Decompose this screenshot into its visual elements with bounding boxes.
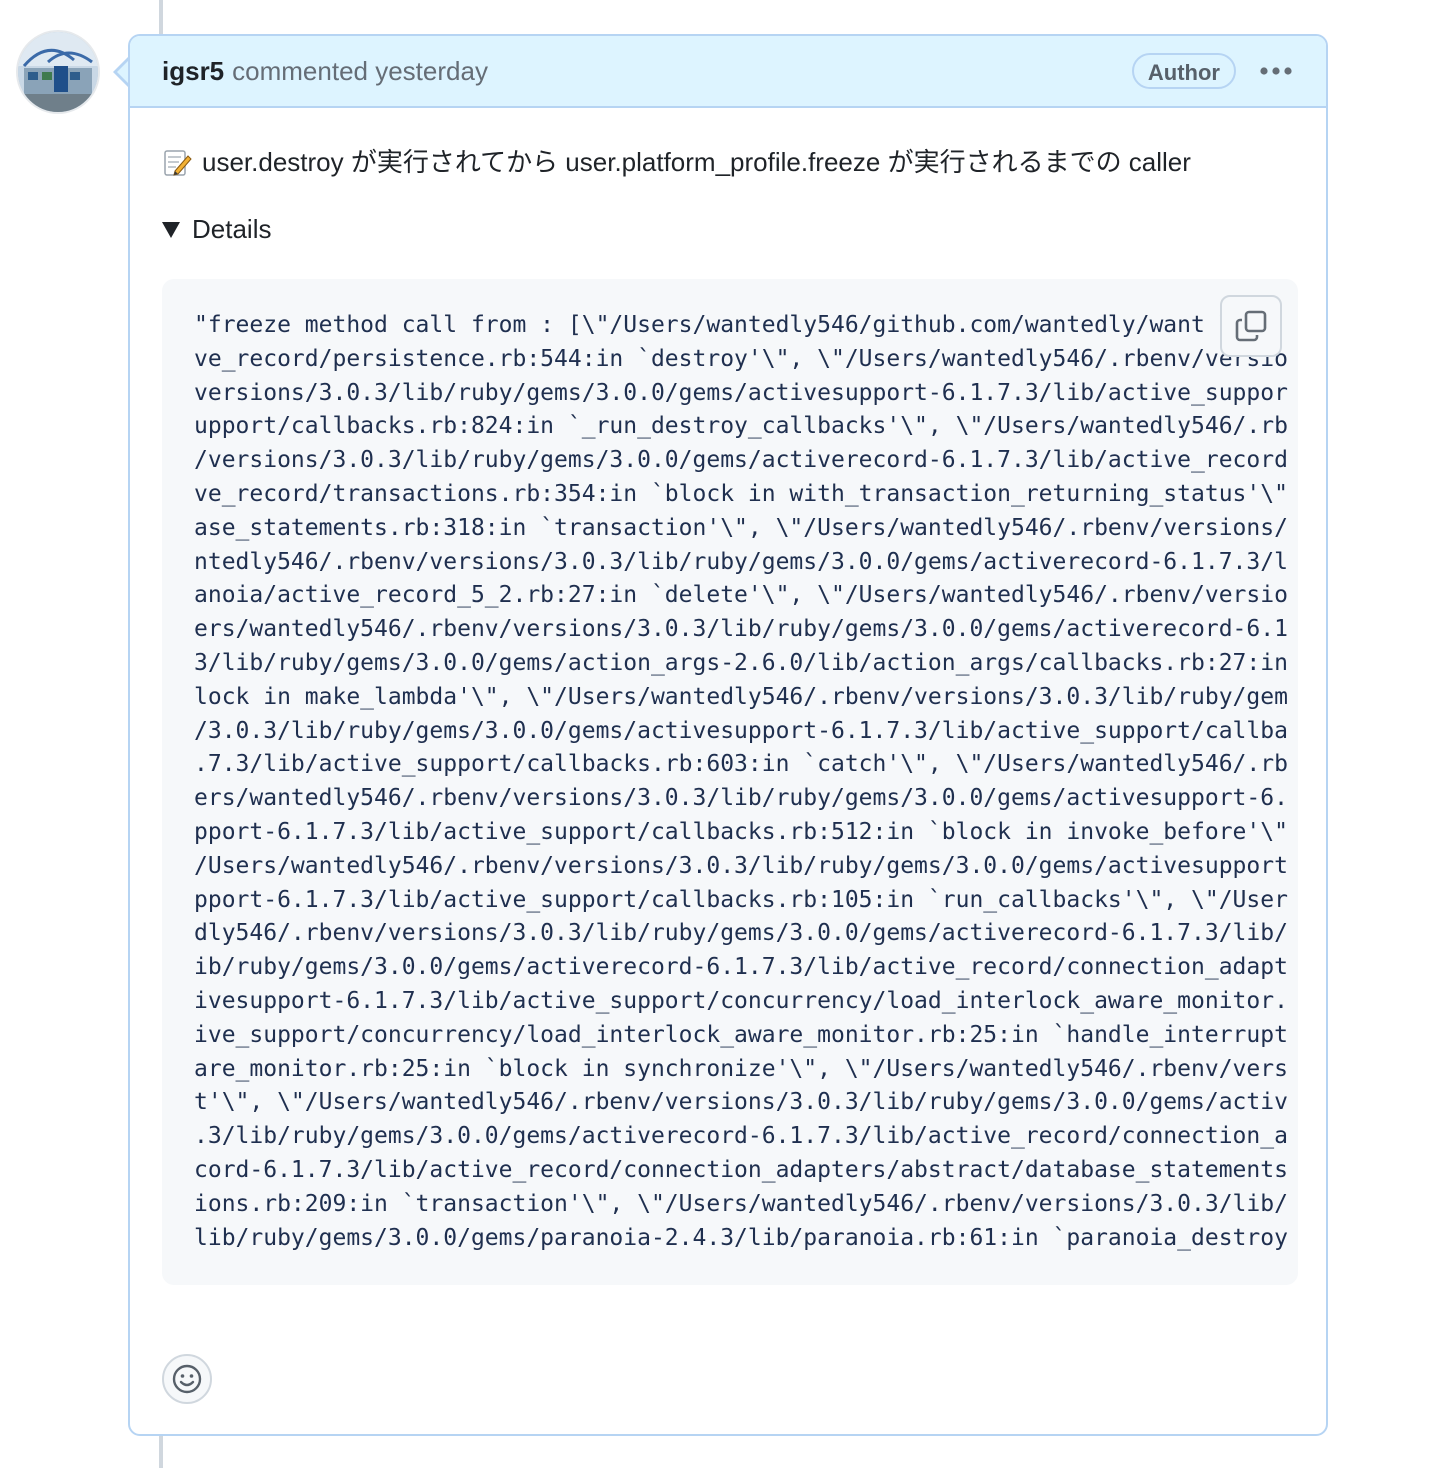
code-line: ivesupport-6.1.7.3/lib/active_support/co… [194, 987, 1288, 1014]
code-line: anoia/active_record_5_2.rb:27:in `delete… [194, 582, 1288, 609]
code-line: /versions/3.0.3/lib/ruby/gems/3.0.0/gems… [194, 447, 1288, 474]
code-line: ers/wantedly546/.rbenv/versions/3.0.3/li… [194, 616, 1288, 643]
add-reaction-button[interactable] [162, 1354, 212, 1404]
code-content: "freeze method call from : [\"/Users/wan… [194, 309, 1298, 1255]
author-badge: Author [1131, 53, 1236, 89]
comment-paragraph: user.destroy が実行されてから user.platform_prof… [162, 144, 1294, 180]
code-line: ers/wantedly546/.rbenv/versions/3.0.3/li… [194, 785, 1288, 812]
code-line: .7.3/lib/active_support/callbacks.rb:603… [194, 751, 1288, 778]
triangle-down-icon [162, 221, 180, 238]
comment-body: user.destroy が実行されてから user.platform_prof… [130, 108, 1326, 1285]
code-line: ions.rb:209:in `transaction'\", \"/Users… [194, 1190, 1288, 1217]
code-line: dly546/.rbenv/versions/3.0.3/lib/ruby/ge… [194, 920, 1288, 947]
code-line: /3.0.3/lib/ruby/gems/3.0.0/gems/activesu… [194, 717, 1288, 744]
comment-timestamp-link[interactable]: commented yesterday [232, 56, 488, 87]
comment-card: igsr5 commented yesterday Author user.de… [128, 34, 1328, 1436]
code-line: ve_record/transactions.rb:354:in `block … [194, 480, 1288, 507]
avatar-image [18, 32, 98, 112]
code-line: 3/lib/ruby/gems/3.0.0/gems/action_args-2… [194, 649, 1288, 676]
code-line: versions/3.0.3/lib/ruby/gems/3.0.0/gems/… [194, 379, 1288, 406]
code-line: .3/lib/ruby/gems/3.0.0/gems/activerecord… [194, 1123, 1288, 1150]
code-line: ve_record/persistence.rb:544:in `destroy… [194, 345, 1288, 372]
copy-icon [1235, 310, 1267, 342]
details-label: Details [192, 214, 272, 244]
avatar[interactable] [18, 32, 98, 112]
code-line: "freeze method call from : [\"/Users/wan… [194, 312, 1275, 338]
kebab-horizontal-icon [1260, 67, 1292, 75]
code-line: lock in make_lambda'\", \"/Users/wantedl… [194, 683, 1288, 710]
code-line: are_monitor.rb:25:in `block in synchroni… [194, 1055, 1288, 1082]
code-line: ase_statements.rb:318:in `transaction'\"… [194, 514, 1288, 541]
code-line: t'\", \"/Users/wantedly546/.rbenv/versio… [194, 1089, 1288, 1116]
copy-button[interactable] [1220, 295, 1282, 357]
code-line: pport-6.1.7.3/lib/active_support/callbac… [194, 818, 1288, 845]
code-line: ntedly546/.rbenv/versions/3.0.3/lib/ruby… [194, 548, 1288, 575]
code-line: ib/ruby/gems/3.0.0/gems/activerecord-6.1… [194, 954, 1288, 981]
code-block: "freeze method call from : [\"/Users/wan… [162, 279, 1298, 1285]
code-line: upport/callbacks.rb:824:in `_run_destroy… [194, 413, 1288, 440]
author-link[interactable]: igsr5 [162, 56, 224, 87]
more-options-button[interactable] [1258, 53, 1294, 89]
smiley-icon [172, 1364, 202, 1394]
code-line: pport-6.1.7.3/lib/active_support/callbac… [194, 886, 1288, 913]
code-line: lib/ruby/gems/3.0.0/gems/paranoia-2.4.3/… [194, 1224, 1288, 1251]
code-line: /Users/wantedly546/.rbenv/versions/3.0.3… [194, 852, 1288, 879]
code-line: cord-6.1.7.3/lib/active_record/connectio… [194, 1156, 1288, 1183]
comment-text: user.destroy が実行されてから user.platform_prof… [202, 147, 1191, 177]
code-line: ive_support/concurrency/load_interlock_a… [194, 1021, 1288, 1048]
comment-header: igsr5 commented yesterday Author [130, 36, 1326, 108]
details-toggle[interactable]: Details [162, 214, 1294, 245]
memo-icon [162, 147, 192, 177]
